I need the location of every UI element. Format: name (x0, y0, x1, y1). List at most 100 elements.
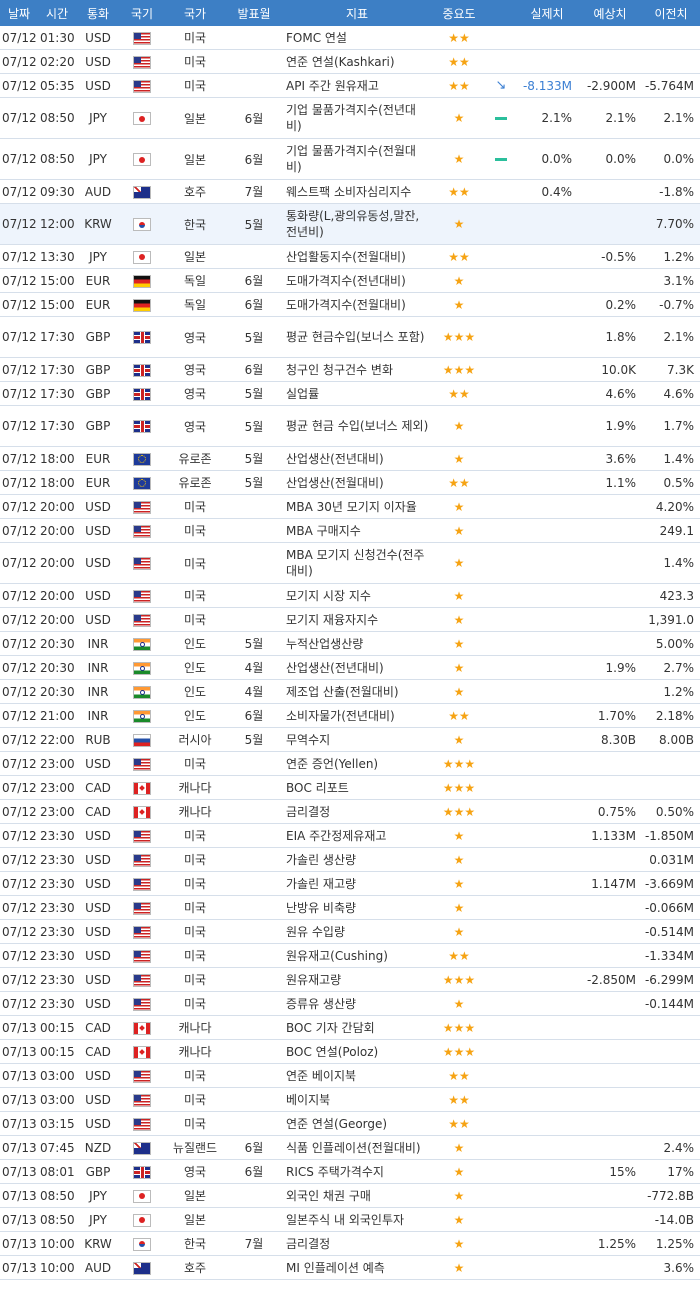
indicator-cell[interactable]: 원유재고(Cushing) (282, 943, 432, 968)
table-row[interactable]: 07/12 15:00 EUR 독일 6월 도매가격지수(전년대비) ★ 3.1% (0, 268, 700, 293)
table-row[interactable]: 07/13 10:00 AUD 호주 MI 인플레이션 예측 ★ 3.6% (0, 1255, 700, 1280)
indicator-cell[interactable]: 도매가격지수(전년대비) (282, 268, 432, 293)
table-row[interactable]: 07/12 05:35 USD 미국 API 주간 원유재고 ★★ ↘ -8.133M -2.9… (0, 73, 700, 98)
indicator-cell[interactable]: MI 인플레이션 예측 (282, 1255, 432, 1280)
header-time[interactable]: 시간 (38, 0, 76, 26)
table-row[interactable]: 07/12 01:30 USD 미국 FOMC 연설 ★★ (0, 26, 700, 50)
table-row[interactable]: 07/12 23:30 USD 미국 증류유 생산량 ★ -0.144M (0, 991, 700, 1016)
indicator-cell[interactable]: 통화량(L,광의유동성,말잔,전년비) (282, 203, 432, 245)
indicator-cell[interactable]: 제조업 산출(전월대비) (282, 679, 432, 704)
table-row[interactable]: 07/12 08:50 JPY 일본 6월 기업 물품가격지수(전년대비) ★ 2.1% 2.1… (0, 97, 700, 139)
indicator-cell[interactable]: MBA 30년 모기지 이자율 (282, 494, 432, 519)
indicator-cell[interactable]: 산업활동지수(전월대비) (282, 244, 432, 269)
table-row[interactable]: 07/12 02:20 USD 미국 연준 연설(Kashkari) ★★ (0, 49, 700, 74)
indicator-cell[interactable]: 연준 연설(George) (282, 1111, 432, 1136)
table-row[interactable]: 07/12 21:00 INR 인도 6월 소비자물가(전년대비) ★★ 1.70% 2.18% (0, 703, 700, 728)
header-currency[interactable]: 통화 (76, 0, 120, 26)
table-row[interactable]: 07/13 08:01 GBP 영국 6월 RICS 주택가격수지 ★ 15% 17% (0, 1159, 700, 1184)
table-row[interactable]: 07/13 03:00 USD 미국 연준 베이지북 ★★ (0, 1063, 700, 1088)
indicator-cell[interactable]: 증류유 생산량 (282, 991, 432, 1016)
table-row[interactable]: 07/13 03:15 USD 미국 연준 연설(George) ★★ (0, 1111, 700, 1136)
header-country[interactable]: 국가 (164, 0, 226, 26)
table-row[interactable]: 07/12 15:00 EUR 독일 6월 도매가격지수(전월대비) ★ 0.2% -0.7% (0, 292, 700, 317)
table-row[interactable]: 07/12 17:30 GBP 영국 6월 청구인 청구건수 변화 ★★★ 10.0K 7.3K (0, 357, 700, 382)
indicator-cell[interactable]: 가솔린 재고량 (282, 871, 432, 896)
indicator-cell[interactable]: 베이지북 (282, 1087, 432, 1112)
indicator-cell[interactable]: MBA 구매지수 (282, 518, 432, 543)
header-period[interactable]: 발표월 (226, 0, 282, 26)
indicator-cell[interactable]: 도매가격지수(전월대비) (282, 292, 432, 317)
table-row[interactable]: 07/12 23:00 CAD 캐나다 금리결정 ★★★ 0.75% 0.50% (0, 799, 700, 824)
table-row[interactable]: 07/12 20:30 INR 인도 4월 제조업 산출(전월대비) ★ 1.2% (0, 679, 700, 704)
table-row[interactable]: 07/12 20:00 USD 미국 MBA 30년 모기지 이자율 ★ 4.20% (0, 494, 700, 519)
indicator-cell[interactable]: 일본주식 내 외국인투자 (282, 1207, 432, 1232)
table-row[interactable]: 07/13 00:15 CAD 캐나다 BOC 기자 간담회 ★★★ (0, 1015, 700, 1040)
indicator-cell[interactable]: 소비자물가(전년대비) (282, 703, 432, 728)
header-date[interactable]: 날짜 (0, 0, 38, 26)
header-actual[interactable]: 실제치 (516, 0, 578, 26)
indicator-cell[interactable]: 식품 인플레이션(전월대비) (282, 1135, 432, 1160)
indicator-cell[interactable]: 모기지 재융자지수 (282, 607, 432, 632)
indicator-cell[interactable]: 평균 현금 수입(보너스 제외) (282, 405, 432, 447)
header-previous[interactable]: 이전치 (642, 0, 700, 26)
table-row[interactable]: 07/12 20:00 USD 미국 MBA 구매지수 ★ 249.1 (0, 518, 700, 543)
table-row[interactable]: 07/12 23:30 USD 미국 원유재고(Cushing) ★★ -1.334M (0, 943, 700, 968)
table-row[interactable]: 07/13 08:50 JPY 일본 일본주식 내 외국인투자 ★ -14.0B (0, 1207, 700, 1232)
indicator-cell[interactable]: 평균 현금수입(보너스 포함) (282, 316, 432, 358)
table-row[interactable]: 07/12 23:30 USD 미국 EIA 주간정제유재고 ★ 1.133M -1.850M (0, 823, 700, 848)
indicator-cell[interactable]: 모기지 시장 지수 (282, 583, 432, 608)
indicator-cell[interactable]: 금리결정 (282, 799, 432, 824)
table-row[interactable]: 07/12 17:30 GBP 영국 5월 실업률 ★★ 4.6% 4.6% (0, 381, 700, 406)
indicator-cell[interactable]: MBA 모기지 신청건수(전주대비) (282, 542, 432, 584)
table-row[interactable]: 07/12 23:00 USD 미국 연준 증언(Yellen) ★★★ (0, 751, 700, 776)
table-row[interactable]: 07/12 23:30 USD 미국 난방유 비축량 ★ -0.066M (0, 895, 700, 920)
indicator-cell[interactable]: 산업생산(전년대비) (282, 655, 432, 680)
indicator-cell[interactable]: BOC 기자 간담회 (282, 1015, 432, 1040)
table-row[interactable]: 07/12 20:30 INR 인도 5월 누적산업생산량 ★ 5.00% (0, 631, 700, 656)
header-indicator[interactable]: 지표 (282, 0, 432, 26)
table-row[interactable]: 07/12 23:30 USD 미국 가솔린 재고량 ★ 1.147M -3.669M (0, 871, 700, 896)
table-row[interactable]: 07/12 23:30 USD 미국 가솔린 생산량 ★ 0.031M (0, 847, 700, 872)
indicator-cell[interactable]: 기업 물품가격지수(전년대비) (282, 97, 432, 139)
indicator-cell[interactable]: BOC 리포트 (282, 775, 432, 800)
table-row[interactable]: 07/12 20:00 USD 미국 MBA 모기지 신청건수(전주대비) ★ 1.4% (0, 542, 700, 584)
indicator-cell[interactable]: 기업 물품가격지수(전월대비) (282, 138, 432, 180)
table-row[interactable]: 07/12 13:30 JPY 일본 산업활동지수(전월대비) ★★ -0.5% 1.2% (0, 244, 700, 269)
indicator-cell[interactable]: EIA 주간정제유재고 (282, 823, 432, 848)
indicator-cell[interactable]: 실업률 (282, 381, 432, 406)
indicator-cell[interactable]: 원유 수입량 (282, 919, 432, 944)
indicator-cell[interactable]: 연준 연설(Kashkari) (282, 49, 432, 74)
table-row[interactable]: 07/12 18:00 EUR 유로존 5월 산업생산(전월대비) ★★ 1.1% 0.5% (0, 470, 700, 495)
indicator-cell[interactable]: RICS 주택가격수지 (282, 1159, 432, 1184)
table-row[interactable]: 07/12 23:30 USD 미국 원유 수입량 ★ -0.514M (0, 919, 700, 944)
table-row[interactable]: 07/12 12:00 KRW 한국 5월 통화량(L,광의유동성,말잔,전년비) ★ 7.7… (0, 203, 700, 245)
indicator-cell[interactable]: 금리결정 (282, 1231, 432, 1256)
table-row[interactable]: 07/12 22:00 RUB 러시아 5월 무역수지 ★ 8.30B 8.00B (0, 727, 700, 752)
table-row[interactable]: 07/12 17:30 GBP 영국 5월 평균 현금수입(보너스 포함) ★★★ 1.8% 2… (0, 316, 700, 358)
table-row[interactable]: 07/13 07:45 NZD 뉴질랜드 6월 식품 인플레이션(전월대비) ★ 2.4% (0, 1135, 700, 1160)
indicator-cell[interactable]: 가솔린 생산량 (282, 847, 432, 872)
indicator-cell[interactable]: 외국인 채권 구매 (282, 1183, 432, 1208)
table-row[interactable]: 07/13 08:50 JPY 일본 외국인 채권 구매 ★ -772.8B (0, 1183, 700, 1208)
table-row[interactable]: 07/12 20:00 USD 미국 모기지 재융자지수 ★ 1,391.0 (0, 607, 700, 632)
table-row[interactable]: 07/12 17:30 GBP 영국 5월 평균 현금 수입(보너스 제외) ★ 1.9% 1.… (0, 405, 700, 447)
table-row[interactable]: 07/12 18:00 EUR 유로존 5월 산업생산(전년대비) ★ 3.6% 1.4% (0, 446, 700, 471)
table-row[interactable]: 07/13 00:15 CAD 캐나다 BOC 연설(Poloz) ★★★ (0, 1039, 700, 1064)
indicator-cell[interactable]: 무역수지 (282, 727, 432, 752)
indicator-cell[interactable]: 연준 증언(Yellen) (282, 751, 432, 776)
indicator-cell[interactable]: API 주간 원유재고 (282, 73, 432, 98)
indicator-cell[interactable]: 누적산업생산량 (282, 631, 432, 656)
table-row[interactable]: 07/12 20:00 USD 미국 모기지 시장 지수 ★ 423.3 (0, 583, 700, 608)
indicator-cell[interactable]: BOC 연설(Poloz) (282, 1039, 432, 1064)
indicator-cell[interactable]: 웨스트팩 소비자심리지수 (282, 179, 432, 204)
header-forecast[interactable]: 예상치 (578, 0, 642, 26)
indicator-cell[interactable]: 연준 베이지북 (282, 1063, 432, 1088)
table-row[interactable]: 07/13 03:00 USD 미국 베이지북 ★★ (0, 1087, 700, 1112)
table-row[interactable]: 07/13 10:00 KRW 한국 7월 금리결정 ★ 1.25% 1.25% (0, 1231, 700, 1256)
indicator-cell[interactable]: 난방유 비축량 (282, 895, 432, 920)
table-row[interactable]: 07/12 20:30 INR 인도 4월 산업생산(전년대비) ★ 1.9% 2.7% (0, 655, 700, 680)
indicator-cell[interactable]: FOMC 연설 (282, 26, 432, 50)
table-row[interactable]: 07/12 08:50 JPY 일본 6월 기업 물품가격지수(전월대비) ★ 0.0% 0.0… (0, 138, 700, 180)
indicator-cell[interactable]: 산업생산(전월대비) (282, 470, 432, 495)
table-row[interactable]: 07/12 09:30 AUD 호주 7월 웨스트팩 소비자심리지수 ★★ 0.4% -1.8% (0, 179, 700, 204)
